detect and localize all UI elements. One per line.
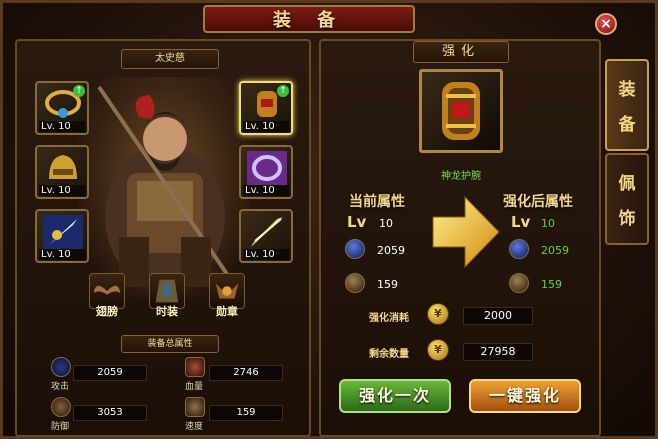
window-title: 装 备 (203, 5, 415, 33)
slot-level: Lv. 10 (243, 249, 289, 260)
speed-value: 159 (209, 405, 283, 421)
after-attributes-heading: 强化后属性 (503, 194, 573, 210)
equipment-slot-ring[interactable]: Lv. 10 (239, 145, 293, 199)
equipment-summary-title: 装备总属性 (121, 335, 219, 353)
medal-label: 勋章 (216, 305, 238, 318)
equipment-slot-helmet[interactable]: Lv. 10 (35, 145, 89, 199)
slot-level: Lv. 10 (39, 185, 85, 196)
slot-level: Lv. 10 (243, 185, 289, 196)
after-lv-label: Lv (511, 213, 531, 231)
hero-name: 太史慈 (121, 49, 219, 69)
ring-icon (247, 151, 287, 185)
slot-level: Lv. 10 (39, 249, 85, 260)
strengthen-once-button[interactable]: 强化一次 (339, 379, 451, 413)
equipment-slot-weapon[interactable]: Lv. 10 (35, 209, 89, 263)
slot-level: Lv. 10 (243, 121, 289, 132)
attack-icon (345, 239, 365, 259)
selected-item-slot[interactable] (419, 69, 503, 153)
equipment-slot-bracer[interactable]: ↑ Lv. 10 (239, 81, 293, 135)
current-lv-value: 10 (379, 217, 393, 230)
defense-icon (51, 397, 71, 417)
hero-portrait (79, 77, 251, 297)
remain-value: 27958 (463, 343, 533, 361)
helmet-icon (49, 155, 77, 179)
weapon-icon (43, 215, 83, 249)
attack-icon (509, 239, 529, 259)
bracer-icon (442, 82, 480, 140)
hp-label: 血量 (185, 382, 204, 392)
item-name: 神龙护腕 (441, 171, 481, 182)
coin-icon: ¥ (427, 339, 449, 361)
tab-accessories-label-bottom: 饰 (618, 209, 636, 229)
hp-icon (185, 357, 205, 377)
auto-strengthen-button[interactable]: 一键强化 (469, 379, 581, 413)
cost-label: 强化消耗 (369, 313, 409, 324)
speed-label: 速度 (185, 422, 204, 432)
equipment-slot-sword[interactable]: Lv. 10 (239, 209, 293, 263)
defense-icon (509, 273, 529, 293)
tab-equipment-label-bottom: 备 (618, 115, 636, 135)
equipment-window: 装 备 × 太史慈 ↑ Lv. 10 Lv. 10 Lv. 10 ↑ Lv. 1… (0, 0, 658, 439)
tab-equipment-label-top: 装 (618, 80, 636, 100)
remain-label: 剩余数量 (369, 349, 409, 360)
speed-icon (185, 397, 205, 417)
slot-level: Lv. 10 (39, 121, 85, 132)
tab-accessories[interactable]: 佩 饰 (605, 153, 649, 245)
current-defense-value: 159 (377, 278, 398, 291)
attack-icon (51, 357, 71, 377)
defense-icon (345, 273, 365, 293)
hero-equipment-panel: 太史慈 ↑ Lv. 10 Lv. 10 Lv. 10 ↑ Lv. 10 Lv. … (15, 39, 311, 437)
current-lv-label: Lv (347, 213, 367, 231)
coin-icon: ¥ (427, 303, 449, 325)
cost-value: 2000 (463, 307, 533, 325)
current-attributes-heading: 当前属性 (349, 194, 405, 210)
strengthen-panel: 强化 神龙护腕 当前属性 强化后属性 Lv 10 Lv 10 2059 2059… (319, 39, 601, 437)
tab-equipment[interactable]: 装 备 (605, 59, 649, 151)
fashion-label: 时装 (156, 305, 178, 318)
close-button[interactable]: × (595, 13, 617, 35)
after-lv-value: 10 (541, 217, 555, 230)
equipment-slot-necklace[interactable]: ↑ Lv. 10 (35, 81, 89, 135)
current-attack-value: 2059 (377, 244, 405, 257)
attack-label: 攻击 (51, 382, 70, 392)
arrow-right-icon (432, 195, 500, 269)
defense-value: 3053 (73, 405, 147, 421)
tab-accessories-label-top: 佩 (618, 174, 636, 194)
defense-label: 防御 (51, 422, 70, 432)
after-attack-value: 2059 (541, 244, 569, 257)
hp-value: 2746 (209, 365, 283, 381)
upgrade-arrow-icon: ↑ (73, 85, 85, 97)
after-defense-value: 159 (541, 278, 562, 291)
upgrade-arrow-icon: ↑ (277, 85, 289, 97)
sword-icon (251, 217, 283, 247)
strengthen-title: 强化 (413, 41, 509, 63)
attack-value: 2059 (73, 365, 147, 381)
wings-label: 翅膀 (96, 305, 118, 318)
